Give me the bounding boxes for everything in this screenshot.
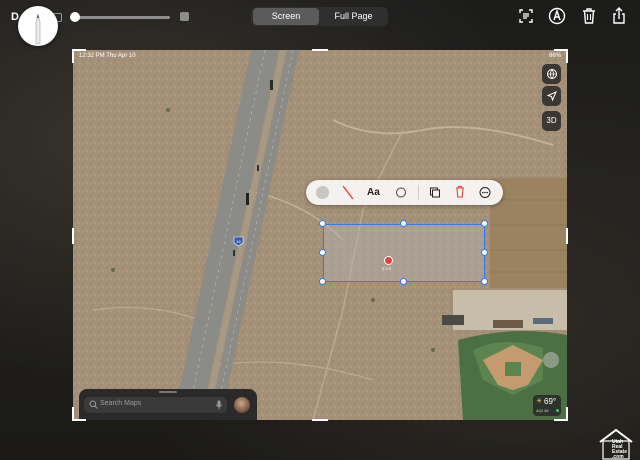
text-tool-button[interactable]: Aa (367, 180, 380, 205)
crop-handle-left[interactable] (72, 228, 74, 244)
tab-full-page[interactable]: Full Page (321, 8, 386, 25)
opacity-max-swatch (180, 12, 189, 21)
delete-button[interactable] (453, 180, 467, 205)
crop-handle-bottom-right-vertical[interactable] (566, 407, 568, 421)
opacity-slider-thumb[interactable] (70, 12, 80, 22)
circle-shape-icon (396, 187, 406, 198)
crop-handle-top-left-vertical[interactable] (72, 49, 74, 63)
duplicate-button[interactable] (428, 180, 442, 205)
resize-handle-left[interactable] (319, 249, 326, 256)
pencil-tool-button[interactable] (18, 6, 58, 46)
map-pin-icon[interactable] (384, 256, 393, 265)
shape-tool-button[interactable] (394, 180, 408, 205)
microphone-icon[interactable] (216, 400, 222, 410)
tab-screen[interactable]: Screen (253, 8, 319, 25)
resize-handle-top-left[interactable] (319, 220, 326, 227)
selected-shape-rectangle[interactable] (323, 224, 485, 282)
weather-widget[interactable]: ☀ 69° AQI 48 (533, 395, 561, 416)
resize-handle-bottom-right[interactable] (481, 278, 488, 285)
share-icon[interactable] (609, 6, 629, 26)
device-status-bar: 12:32 PM Thu Apr 10 86% (73, 50, 567, 62)
screenshot-preview[interactable]: 15 12:32 PM Thu Apr 10 86% 3D Aa 9 9 9 S… (73, 50, 567, 420)
crop-handle-top-right-vertical[interactable] (566, 49, 568, 63)
search-input[interactable]: Search Maps (84, 397, 227, 413)
maps-search-panel: Search Maps (79, 389, 257, 420)
toolbar-divider (418, 185, 419, 200)
3d-button[interactable]: 3D (542, 111, 561, 131)
status-battery: 86% (548, 53, 561, 59)
text-recognition-icon[interactable] (516, 6, 536, 26)
opacity-slider-track[interactable] (74, 16, 170, 19)
resize-handle-bottom[interactable] (400, 278, 407, 285)
resize-handle-bottom-left[interactable] (319, 278, 326, 285)
crop-handle-bottom-left-vertical[interactable] (72, 407, 74, 421)
watermark-line-4: .com (612, 454, 624, 460)
resize-handle-top-right[interactable] (481, 220, 488, 227)
status-time: 12:32 PM Thu Apr 10 (79, 53, 136, 59)
watermark-text: Utah Real Estate .com (612, 440, 627, 460)
resize-handle-right[interactable] (481, 249, 488, 256)
no-stroke-icon (342, 185, 354, 200)
sun-icon: ☀ (536, 398, 543, 405)
air-quality-index: AQI 48 (536, 408, 549, 413)
no-stroke-button[interactable] (341, 180, 355, 205)
interstate-shield: 15 (236, 239, 241, 244)
search-placeholder: Search Maps (100, 400, 142, 407)
location-arrow-icon (546, 91, 557, 102)
aqi-status-dot (556, 409, 559, 412)
crop-handle-top-left[interactable] (72, 49, 86, 51)
pin-label: 9 9 9 (382, 266, 391, 271)
screenshot-editor-toolbar: D Screen Full Page (0, 0, 640, 34)
resize-handle-top[interactable] (400, 220, 407, 227)
search-icon (89, 400, 98, 409)
markup-edit-bar: Aa (306, 180, 503, 205)
trash-icon (456, 185, 464, 198)
ellipsis-circle-icon (479, 187, 491, 198)
more-options-button[interactable] (478, 180, 492, 205)
trash-icon[interactable] (579, 6, 599, 26)
crop-handle-bottom[interactable] (312, 419, 328, 421)
capture-mode-segmented-control: Screen Full Page (251, 7, 388, 26)
satellite-map: 15 (73, 50, 567, 420)
globe-button[interactable] (542, 64, 561, 84)
markup-icon[interactable] (547, 6, 567, 26)
duplicate-icon (430, 187, 440, 198)
crop-handle-right[interactable] (566, 228, 568, 244)
panel-grabber[interactable] (159, 391, 177, 393)
crop-handle-top[interactable] (312, 49, 328, 51)
pencil-icon (35, 13, 41, 45)
color-swatch-button[interactable] (316, 186, 329, 199)
crop-handle-bottom-left[interactable] (72, 419, 86, 421)
globe-icon (546, 69, 557, 79)
location-button[interactable] (542, 86, 561, 106)
weather-temperature: 69° (544, 397, 557, 406)
avatar[interactable] (234, 397, 250, 413)
